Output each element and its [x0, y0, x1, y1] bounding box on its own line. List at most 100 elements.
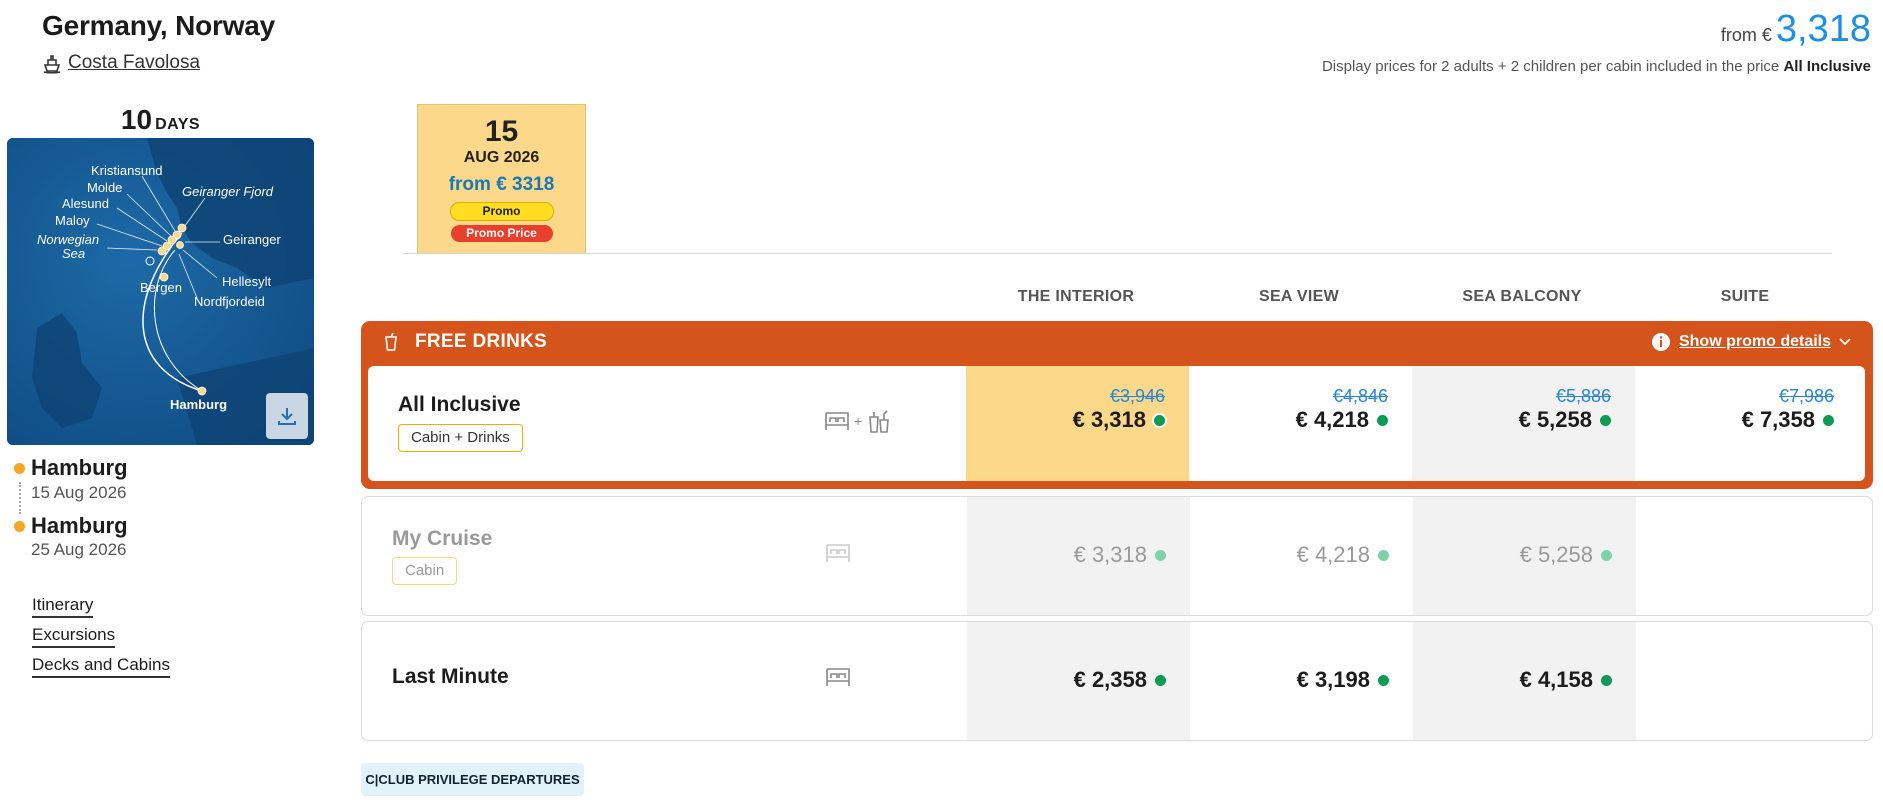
price-cell-sea-view[interactable]: € 4,218 — [1190, 497, 1413, 615]
days-number: 10 — [120, 104, 153, 135]
disclaimer-bold: All Inclusive — [1783, 58, 1871, 75]
availability-dot-icon — [1377, 414, 1388, 426]
availability-dot-icon — [1600, 414, 1611, 426]
arrival-date: 25 Aug 2026 — [31, 540, 127, 559]
price: € 3,198 — [1296, 667, 1370, 692]
decks-cabins-link[interactable]: Decks and Cabins — [32, 655, 170, 678]
show-promo-details-label: Show promo details — [1678, 333, 1831, 350]
availability-dot-icon — [1155, 674, 1166, 686]
route-map[interactable]: Kristiansund Molde Alesund Maloy Norwegi… — [7, 138, 314, 445]
fare-row-my-cruise: My Cruise Cabin € 3,318 € 4,218 € 5,258 — [361, 496, 1873, 616]
price-cell-sea-view[interactable]: €4,846 € 4,218 — [1189, 366, 1412, 481]
price: € 5,258 — [1519, 542, 1593, 567]
fare-name: My Cruise — [392, 527, 493, 550]
price-disclaimer: Display prices for 2 adults + 2 children… — [1322, 58, 1871, 75]
fare-name: All Inclusive — [398, 393, 521, 416]
download-map-button[interactable] — [266, 393, 308, 439]
ship-link[interactable]: Costa Favolosa — [42, 52, 200, 74]
promo-title: FREE DRINKS — [415, 331, 548, 352]
price-cell-suite[interactable]: €7,986 € 7,358 — [1635, 366, 1858, 481]
map-label-molde: Molde — [87, 180, 122, 195]
availability-dot-icon — [1378, 549, 1389, 561]
club-privilege-departures-button[interactable]: C|CLUB PRIVILEGE DEPARTURES — [361, 763, 584, 796]
port-dot-icon — [14, 462, 25, 474]
ship-name: Costa Favolosa — [68, 52, 201, 73]
column-header-suite: SUITE — [1720, 288, 1770, 305]
promo-price-badge: Promo Price — [450, 225, 553, 242]
price: € 7,358 — [1741, 407, 1815, 432]
fare-includes — [825, 665, 851, 689]
map-label-norwegian-sea-1: Norwegian — [37, 232, 99, 247]
plus-sign: + — [854, 413, 863, 429]
show-promo-details-link[interactable]: Show promo details — [1651, 332, 1851, 352]
bed-icon — [825, 412, 849, 430]
price-cell-interior[interactable]: € 2,358 — [967, 622, 1190, 740]
departure-date: 15 Aug 2026 — [31, 483, 127, 502]
info-icon — [1651, 333, 1670, 351]
map-label-geiranger: Geiranger — [223, 232, 281, 247]
date-card-day: 15 — [484, 115, 519, 148]
map-label-nordfjordeid: Nordfjordeid — [194, 294, 265, 309]
price: € 4,218 — [1295, 407, 1369, 432]
price: € 4,218 — [1296, 542, 1370, 567]
price: € 5,258 — [1518, 407, 1592, 432]
departure-port-name: Hamburg — [31, 455, 128, 480]
availability-dot-icon — [1601, 549, 1612, 561]
excursions-link[interactable]: Excursions — [32, 625, 116, 648]
arrival-port-name: Hamburg — [31, 513, 128, 538]
availability-dot-icon — [1378, 674, 1389, 686]
from-price: from €3,318 — [1721, 8, 1871, 51]
port-dot-icon — [14, 520, 25, 532]
days-label: DAYS — [155, 116, 201, 133]
date-card-from-price: from € 3318 — [448, 174, 555, 195]
fare-row-last-minute: Last Minute € 2,358 € 3,198 € 4,158 — [361, 621, 1873, 741]
trip-duration: 10 DAYS — [7, 104, 314, 136]
column-header-sea-view: SEA VIEW — [1258, 288, 1340, 305]
page-title: Germany, Norway — [42, 10, 276, 41]
bed-icon — [826, 544, 850, 562]
column-header-sea-balcony: SEA BALCONY — [1462, 288, 1582, 305]
from-price-value: 3,318 — [1775, 8, 1871, 50]
map-label-geiranger-fjord: Geiranger Fjord — [182, 184, 274, 199]
disclaimer-text: Display prices for 2 adults + 2 children… — [1321, 58, 1780, 75]
itinerary-link[interactable]: Itinerary — [32, 595, 94, 618]
map-label-kristiansund: Kristiansund — [91, 163, 163, 178]
price-cell-sea-balcony[interactable]: € 5,258 — [1413, 497, 1636, 615]
date-card-selected[interactable]: 15 AUG 2026 from € 3318 Promo Promo Pric… — [417, 104, 586, 254]
availability-dot-icon — [1601, 674, 1612, 686]
column-header-interior: THE INTERIOR — [1017, 288, 1135, 305]
fare-name: Last Minute — [392, 665, 509, 688]
bed-icon — [826, 668, 850, 686]
price-cell-interior[interactable]: € 3,318 — [967, 497, 1190, 615]
fare-row-all-inclusive: All Inclusive Cabin + Drinks + €3,946 € 3… — [368, 366, 1865, 481]
price-cell-sea-view[interactable]: € 3,198 — [1190, 622, 1413, 740]
price-cell-sea-balcony[interactable]: € 4,158 — [1413, 622, 1636, 740]
map-label-bergen: Bergen — [140, 280, 182, 295]
old-price: €3,946 — [1109, 386, 1165, 406]
fare-includes — [825, 541, 851, 565]
price-cell-sea-balcony[interactable]: €5,886 € 5,258 — [1412, 366, 1635, 481]
date-card-month: AUG 2026 — [463, 149, 540, 166]
from-label: from € — [1720, 25, 1772, 45]
departure-port: Hamburg — [14, 455, 128, 481]
price-cell-interior[interactable]: €3,946 € 3,318 — [966, 366, 1189, 481]
fare-tag: Cabin + Drinks — [398, 424, 523, 452]
promo-badge: Promo — [449, 202, 554, 221]
arrival-port: Hamburg — [14, 513, 128, 539]
route-connector — [19, 482, 21, 514]
availability-dot-icon — [1154, 414, 1165, 426]
old-price: €7,986 — [1778, 386, 1834, 406]
availability-dot-icon — [1823, 414, 1834, 426]
drinks-icon — [869, 410, 890, 433]
map-label-hellesylt: Hellesylt — [222, 274, 272, 289]
price: € 2,358 — [1073, 667, 1147, 692]
map-label-norwegian-sea-2: Sea — [62, 246, 85, 261]
availability-dot-icon — [1155, 549, 1166, 561]
ship-icon — [43, 55, 61, 74]
map-label-maloy: Maloy — [55, 213, 90, 228]
download-icon — [278, 408, 296, 425]
map-label-alesund: Alesund — [62, 196, 109, 211]
price: € 4,158 — [1519, 667, 1593, 692]
price: € 3,318 — [1072, 407, 1146, 432]
map-label-hamburg: Hamburg — [170, 397, 227, 412]
